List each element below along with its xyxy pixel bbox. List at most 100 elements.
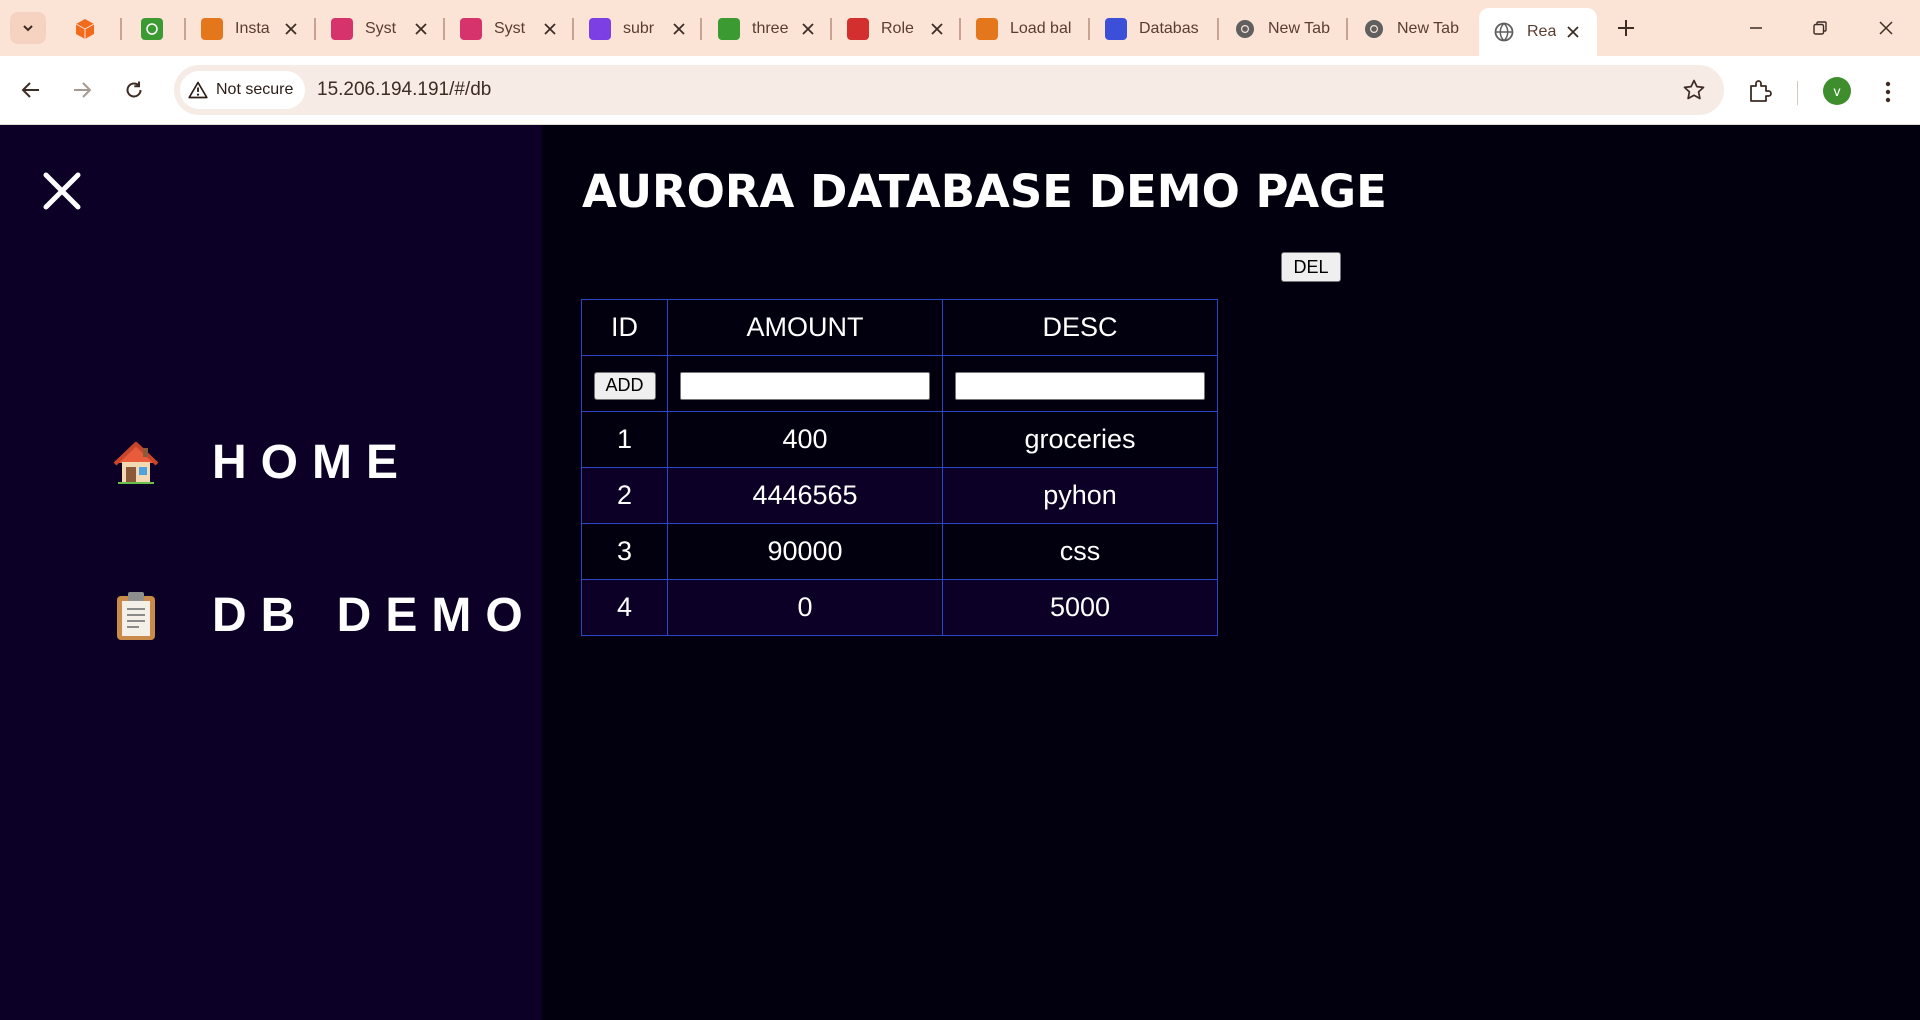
- tab-title: Syst: [494, 20, 526, 37]
- cell-id: 3: [581, 523, 668, 580]
- amount-input[interactable]: [680, 372, 930, 401]
- cell-desc: css: [942, 523, 1218, 580]
- delete-button[interactable]: DEL: [1281, 252, 1341, 282]
- close-icon[interactable]: [798, 19, 818, 39]
- close-icon: [1879, 21, 1893, 35]
- close-icon[interactable]: [281, 19, 301, 39]
- tab-title: Rea: [1527, 23, 1557, 40]
- globe-icon: [1493, 21, 1515, 43]
- tab-9[interactable]: Databas: [1105, 10, 1205, 48]
- back-button[interactable]: [15, 74, 47, 106]
- chrome-icon: [1363, 18, 1385, 40]
- service-icon: [589, 18, 611, 40]
- sidebar-item-home[interactable]: HOME: [110, 435, 412, 490]
- star-icon[interactable]: [1682, 78, 1706, 102]
- close-icon[interactable]: [411, 19, 431, 39]
- table-row[interactable]: 2 4446565 pyhon: [581, 467, 1218, 524]
- browser-menu-button[interactable]: [1876, 78, 1900, 106]
- cell-amount: 90000: [667, 523, 943, 580]
- service-icon: [331, 18, 353, 40]
- add-button[interactable]: ADD: [593, 371, 656, 400]
- column-header-amount: AMOUNT: [667, 299, 943, 356]
- extensions-icon[interactable]: [1746, 77, 1774, 105]
- cell-id: 1: [581, 411, 668, 468]
- restore-button[interactable]: [1806, 14, 1834, 42]
- close-icon[interactable]: [927, 19, 947, 39]
- tab-2[interactable]: Insta: [201, 10, 301, 48]
- table-header-row: ID AMOUNT DESC: [581, 299, 1218, 356]
- reload-icon: [126, 81, 142, 98]
- add-cell: ADD: [581, 355, 668, 412]
- house-icon: [110, 437, 162, 489]
- chrome-icon: [1234, 18, 1256, 40]
- arrow-left-icon: [21, 82, 39, 98]
- tab-8[interactable]: Load bal: [976, 10, 1076, 48]
- tab-6[interactable]: three: [718, 10, 818, 48]
- chevron-down-icon: [23, 25, 33, 32]
- tab-search-button[interactable]: [10, 12, 46, 44]
- url-text[interactable]: 15.206.194.191/#/db: [317, 79, 491, 101]
- browser-toolbar: Not secure 15.206.194.191/#/db v: [0, 56, 1920, 125]
- tab-title: New Tab: [1268, 20, 1330, 37]
- reload-button[interactable]: [118, 74, 150, 106]
- column-header-desc: DESC: [942, 299, 1218, 356]
- tab-1[interactable]: [141, 10, 169, 48]
- add-row: ADD: [581, 355, 1218, 412]
- table-row[interactable]: 3 90000 css: [581, 523, 1218, 580]
- close-icon[interactable]: [540, 19, 560, 39]
- column-header-id: ID: [581, 299, 668, 356]
- tab-0[interactable]: [74, 10, 102, 48]
- cell-amount: 0: [667, 579, 943, 636]
- tab-title: Role: [881, 20, 914, 37]
- plus-icon: [1618, 20, 1634, 36]
- forward-button[interactable]: [66, 74, 98, 106]
- tab-4[interactable]: Syst: [460, 10, 560, 48]
- restore-icon: [1813, 21, 1827, 35]
- clipboard-icon: [110, 590, 162, 642]
- close-icon[interactable]: [669, 19, 689, 39]
- tab-title: Insta: [235, 20, 270, 37]
- close-icon[interactable]: [1563, 22, 1583, 42]
- cell-id: 4: [581, 579, 668, 636]
- data-table: ID AMOUNT DESC ADD 1 400 groceries 2 444…: [581, 299, 1218, 636]
- tab-5[interactable]: subr: [589, 10, 689, 48]
- tab-strip: Insta Syst Syst subr three Role Load bal: [0, 0, 1920, 56]
- cell-desc: groceries: [942, 411, 1218, 468]
- service-icon: [718, 18, 740, 40]
- tab-title: Databas: [1139, 20, 1199, 37]
- security-indicator[interactable]: Not secure: [180, 71, 306, 109]
- tab-title: New Tab: [1397, 20, 1459, 37]
- close-sidebar-icon[interactable]: [40, 169, 84, 213]
- warning-icon: [188, 81, 208, 99]
- service-icon: [141, 18, 163, 40]
- tab-title: subr: [623, 20, 655, 37]
- tab-title: Syst: [365, 20, 397, 37]
- main-content: AURORA DATABASE DEMO PAGE DEL ID AMOUNT …: [542, 125, 1920, 1020]
- tab-11[interactable]: New Tab: [1363, 10, 1478, 48]
- security-label: Not secure: [216, 81, 294, 98]
- sidebar-item-label: HOME: [212, 436, 412, 489]
- service-icon: [460, 18, 482, 40]
- close-window-button[interactable]: [1872, 14, 1900, 42]
- page-title: AURORA DATABASE DEMO PAGE: [582, 165, 1387, 218]
- tab-10[interactable]: New Tab: [1234, 10, 1349, 48]
- sidebar: HOME DB DEMO: [0, 125, 542, 1020]
- cell-amount: 4446565: [667, 467, 943, 524]
- minimize-button[interactable]: [1742, 14, 1770, 42]
- table-row[interactable]: 1 400 groceries: [581, 411, 1218, 468]
- tab-active[interactable]: Rea: [1479, 8, 1597, 56]
- cell-amount: 400: [667, 411, 943, 468]
- cell-desc: pyhon: [942, 467, 1218, 524]
- new-tab-button[interactable]: [1612, 14, 1640, 42]
- tab-title: three: [752, 20, 789, 37]
- service-icon: [847, 18, 869, 40]
- profile-avatar[interactable]: v: [1823, 77, 1851, 105]
- desc-input[interactable]: [955, 372, 1205, 401]
- table-row[interactable]: 4 0 5000: [581, 579, 1218, 636]
- sidebar-item-db-demo[interactable]: DB DEMO: [110, 588, 537, 643]
- tab-7[interactable]: Role: [847, 10, 947, 48]
- service-icon: [201, 18, 223, 40]
- tab-3[interactable]: Syst: [331, 10, 431, 48]
- minimize-icon: [1750, 27, 1762, 29]
- address-bar[interactable]: Not secure 15.206.194.191/#/db: [174, 65, 1724, 115]
